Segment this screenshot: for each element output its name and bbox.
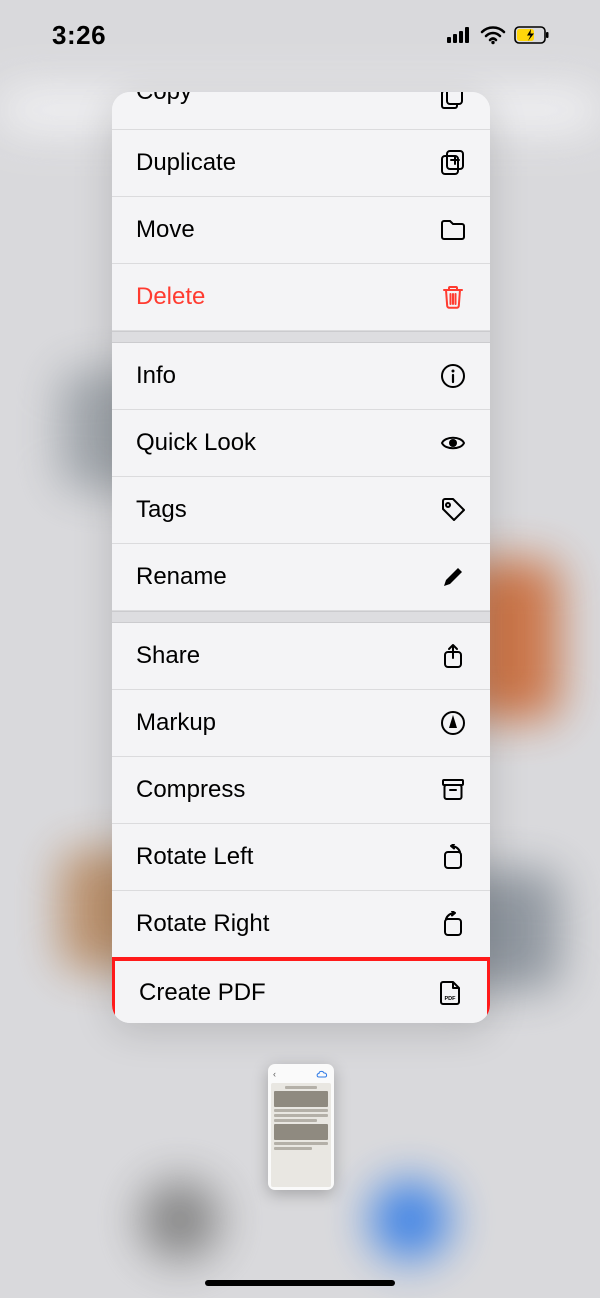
menu-item-info[interactable]: Info bbox=[112, 343, 490, 410]
context-menu: Copy Duplicate Move Delete Info Quick Look Tag… bbox=[112, 92, 490, 1023]
menu-group-separator bbox=[112, 611, 490, 623]
pencil-icon bbox=[436, 564, 466, 590]
menu-item-label: Share bbox=[136, 642, 200, 670]
file-preview-thumbnail[interactable]: ‹ bbox=[268, 1064, 334, 1190]
menu-item-label: Rename bbox=[136, 563, 227, 591]
menu-item-rotate-right[interactable]: Rotate Right bbox=[112, 891, 490, 958]
status-bar: 3:26 bbox=[0, 0, 600, 70]
tag-icon bbox=[436, 497, 466, 523]
menu-item-label: Quick Look bbox=[136, 429, 256, 457]
status-icons bbox=[446, 25, 550, 45]
trash-icon bbox=[436, 284, 466, 310]
rotate-right-icon bbox=[436, 911, 466, 937]
home-indicator bbox=[205, 1280, 395, 1286]
cloud-icon bbox=[315, 1069, 329, 1079]
share-icon bbox=[436, 643, 466, 669]
menu-item-delete[interactable]: Delete bbox=[112, 264, 490, 331]
copy-icon bbox=[436, 92, 466, 110]
menu-item-label: Markup bbox=[136, 709, 216, 737]
document-thumbnail bbox=[271, 1083, 331, 1187]
markup-icon bbox=[436, 710, 466, 736]
menu-item-rotate-left[interactable]: Rotate Left bbox=[112, 824, 490, 891]
menu-item-markup[interactable]: Markup bbox=[112, 690, 490, 757]
cellular-signal-icon bbox=[446, 26, 472, 44]
menu-item-label: Duplicate bbox=[136, 149, 236, 177]
menu-item-label: Move bbox=[136, 216, 195, 244]
menu-item-rename[interactable]: Rename bbox=[112, 544, 490, 611]
pdf-icon bbox=[433, 980, 463, 1006]
battery-charging-icon bbox=[514, 26, 550, 44]
folder-icon bbox=[436, 217, 466, 243]
menu-item-share[interactable]: Share bbox=[112, 623, 490, 690]
status-time: 3:26 bbox=[52, 20, 106, 51]
menu-item-label: Create PDF bbox=[139, 979, 266, 1007]
menu-item-label: Rotate Left bbox=[136, 843, 253, 871]
menu-item-label: Rotate Right bbox=[136, 910, 269, 938]
duplicate-icon bbox=[436, 150, 466, 176]
menu-item-label: Copy bbox=[136, 92, 192, 106]
menu-item-label: Info bbox=[136, 362, 176, 390]
menu-group-separator bbox=[112, 331, 490, 343]
menu-item-duplicate[interactable]: Duplicate bbox=[112, 130, 490, 197]
menu-item-label: Tags bbox=[136, 496, 187, 524]
menu-item-create-pdf[interactable]: Create PDF bbox=[112, 957, 490, 1023]
chevron-left-icon: ‹ bbox=[273, 1069, 276, 1079]
menu-item-label: Delete bbox=[136, 283, 205, 311]
menu-item-compress[interactable]: Compress bbox=[112, 757, 490, 824]
menu-item-quicklook[interactable]: Quick Look bbox=[112, 410, 490, 477]
eye-icon bbox=[436, 430, 466, 456]
wifi-icon bbox=[480, 25, 506, 45]
archive-icon bbox=[436, 777, 466, 803]
menu-item-label: Compress bbox=[136, 776, 245, 804]
info-icon bbox=[436, 363, 466, 389]
rotate-left-icon bbox=[436, 844, 466, 870]
menu-item-copy[interactable]: Copy bbox=[112, 92, 490, 130]
menu-item-tags[interactable]: Tags bbox=[112, 477, 490, 544]
menu-item-move[interactable]: Move bbox=[112, 197, 490, 264]
